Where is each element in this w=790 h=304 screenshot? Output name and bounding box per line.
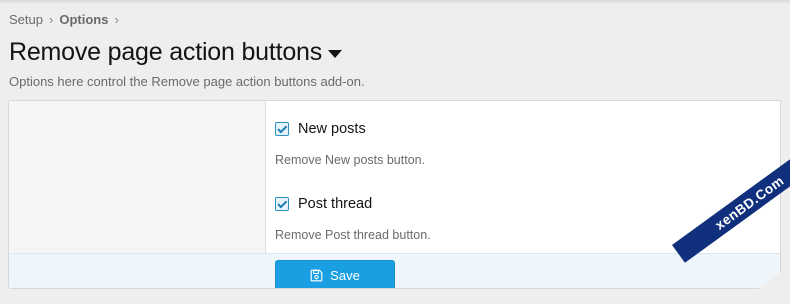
form-submit-row: Save <box>9 253 780 288</box>
chevron-right-icon: › <box>114 12 119 27</box>
caret-down-icon[interactable] <box>328 49 343 58</box>
new-posts-hint: Remove New posts button. <box>275 153 426 167</box>
option-row: Post thread <box>275 196 431 212</box>
page-title: Remove page action buttons <box>9 38 323 66</box>
post-thread-label[interactable]: Post thread <box>298 196 372 212</box>
post-thread-checkbox[interactable] <box>275 197 289 211</box>
option-new-posts: New posts Remove New posts button. <box>275 121 425 167</box>
post-thread-hint: Remove Post thread button. <box>275 228 431 242</box>
form-label-column <box>9 101 266 253</box>
save-icon <box>310 269 323 281</box>
new-posts-checkbox[interactable] <box>275 122 289 136</box>
chevron-right-icon: › <box>48 12 54 27</box>
save-button-label: Save <box>330 267 360 283</box>
option-row: New posts <box>275 121 425 137</box>
breadcrumb: Setup › Options › <box>9 12 125 27</box>
breadcrumb-options-link[interactable]: Options <box>59 12 108 27</box>
title-row: Remove page action buttons <box>9 38 343 67</box>
new-posts-label[interactable]: New posts <box>298 121 366 137</box>
option-post-thread: Post thread Remove Post thread button. <box>275 196 431 242</box>
options-form-block: New posts Remove New posts button. Post … <box>8 100 781 289</box>
watermark-corner <box>740 264 790 304</box>
breadcrumb-setup-link[interactable]: Setup <box>9 12 43 27</box>
top-shadow <box>0 0 790 4</box>
page-description: Options here control the Remove page act… <box>9 74 365 89</box>
save-button[interactable]: Save <box>275 260 395 288</box>
